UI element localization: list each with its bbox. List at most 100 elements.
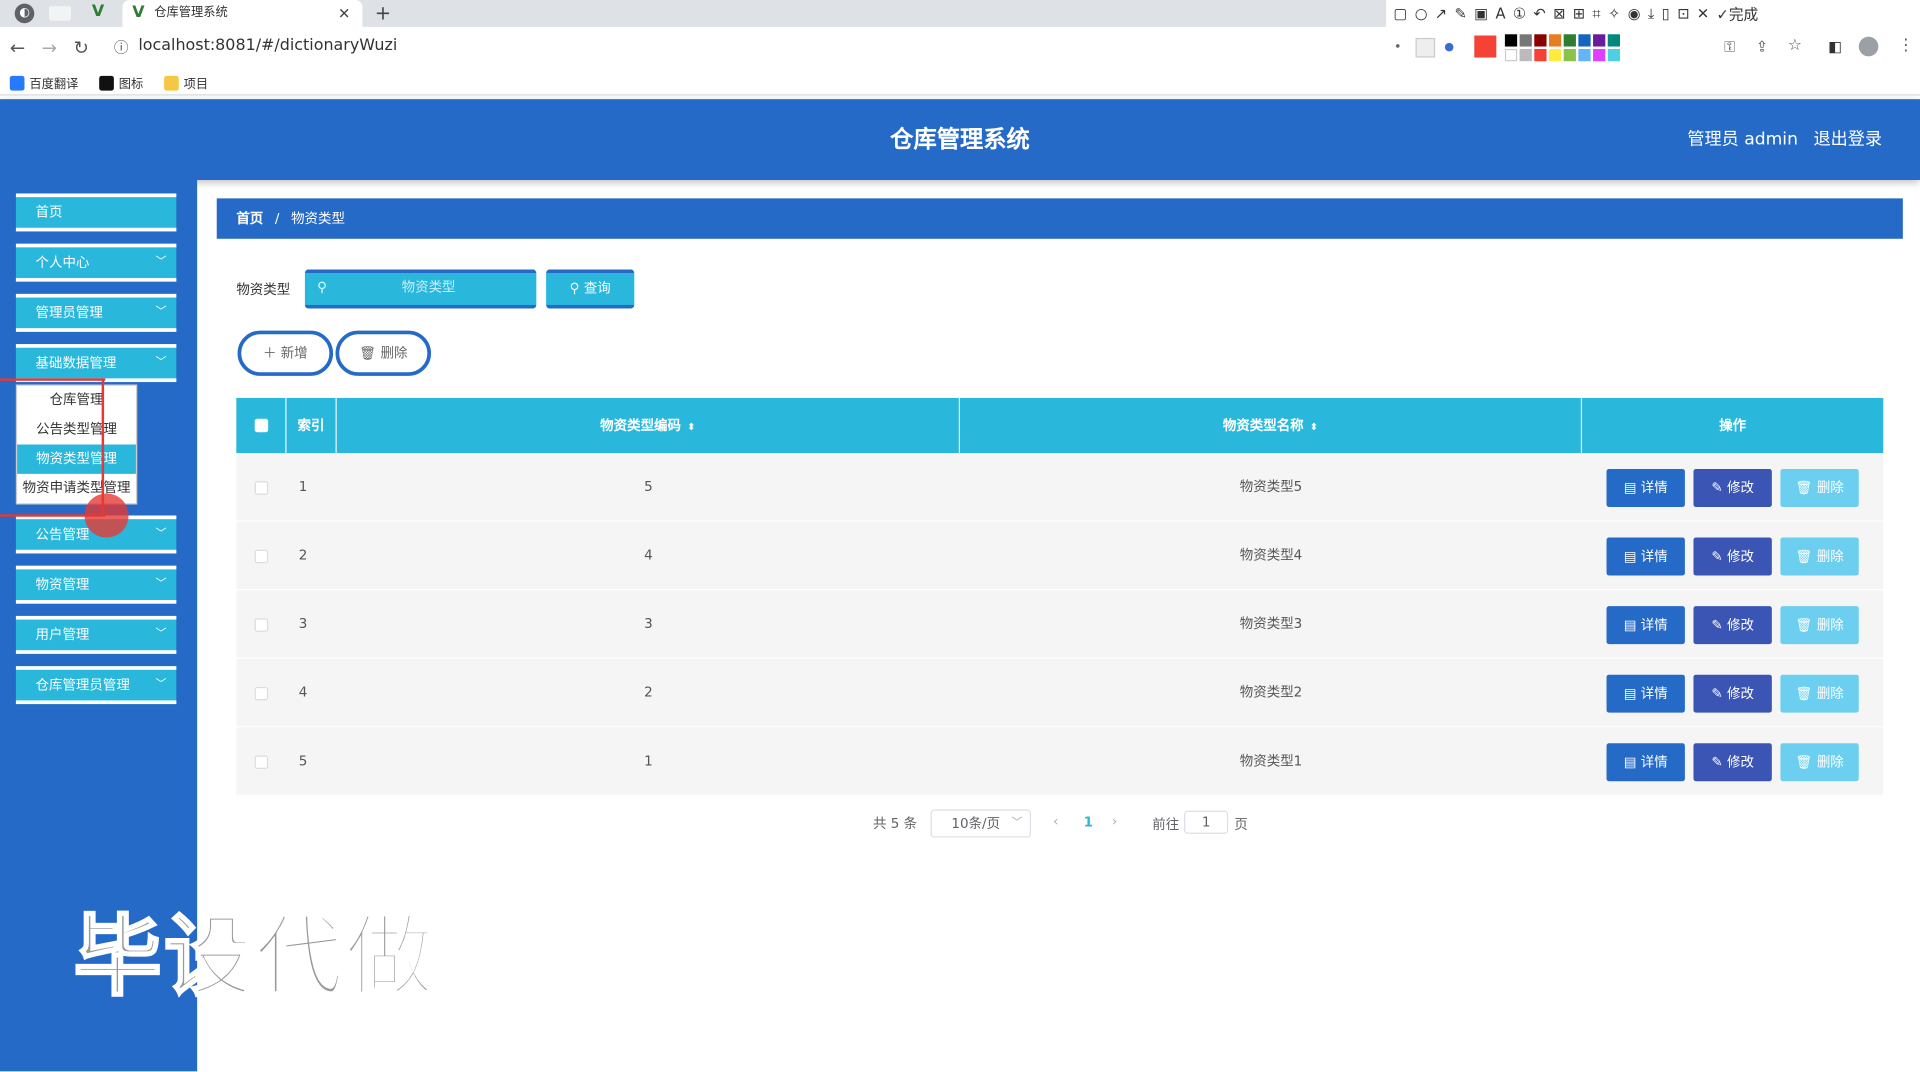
number-tool-icon[interactable]: ①: [1513, 5, 1526, 22]
more-icon[interactable]: ⋮: [1898, 37, 1914, 55]
mosaic-tool-icon[interactable]: ▣: [1474, 5, 1488, 22]
info-icon[interactable]: ⓘ: [114, 37, 129, 58]
color-swatch[interactable]: [1534, 34, 1547, 47]
url-field[interactable]: localhost:8081/#/dictionaryWuzi: [138, 37, 397, 55]
color-swatch[interactable]: [1519, 48, 1532, 62]
tab-close-icon[interactable]: ✕: [338, 0, 350, 27]
delete-button[interactable]: 🗑 删除: [1780, 468, 1859, 507]
page-number-current[interactable]: 1: [1084, 814, 1093, 830]
next-page-icon[interactable]: ›: [1112, 813, 1117, 829]
column-header-name[interactable]: 物资类型名称 ⬍: [960, 397, 1583, 454]
detail-button[interactable]: ▤ 详情: [1606, 743, 1685, 782]
browser-tab-active[interactable]: 仓库管理系统: [122, 0, 363, 27]
delete-button[interactable]: 🗑 删除: [1780, 606, 1859, 645]
size-medium-icon[interactable]: [1415, 37, 1436, 58]
add-button[interactable]: ＋ 新增: [237, 330, 334, 376]
color-swatch[interactable]: [1504, 48, 1518, 62]
bookmark-item[interactable]: 百度翻译: [9, 73, 78, 92]
batch-delete-button[interactable]: 🗑 删除: [335, 330, 432, 376]
sidebar-item-home[interactable]: 首页: [15, 193, 177, 232]
row-checkbox[interactable]: [254, 618, 269, 632]
sort-icon[interactable]: ⬍: [1310, 421, 1318, 432]
scan-icon[interactable]: ⌗: [1592, 4, 1600, 22]
pen-tool-icon[interactable]: ✎: [1455, 5, 1467, 22]
delete-button[interactable]: 🗑 删除: [1780, 674, 1859, 713]
breadcrumb-home[interactable]: 首页: [236, 211, 263, 227]
bookmark-item[interactable]: 图标: [99, 73, 143, 92]
text-tool-icon[interactable]: A: [1495, 5, 1505, 22]
translate-icon[interactable]: ⊞: [1573, 5, 1585, 22]
vue-tab-icon[interactable]: V: [92, 2, 104, 20]
submenu-item-material-type[interactable]: 物资类型管理: [17, 444, 136, 474]
edit-button[interactable]: ✎ 修改: [1693, 468, 1772, 507]
undo-icon[interactable]: ↶: [1533, 5, 1545, 22]
prev-page-icon[interactable]: ‹: [1053, 813, 1058, 829]
color-swatch[interactable]: [1519, 34, 1532, 47]
delete-button[interactable]: 🗑 删除: [1780, 537, 1859, 576]
size-small-icon[interactable]: [1395, 44, 1400, 48]
phone-icon[interactable]: ▯: [1662, 5, 1670, 22]
sidebar-item-keeper[interactable]: 仓库管理员管理 ﹀: [15, 666, 177, 705]
color-swatch[interactable]: [1593, 48, 1606, 62]
close-tool-icon[interactable]: ✕: [1697, 5, 1709, 22]
select-all-checkbox[interactable]: [254, 418, 269, 433]
detail-button[interactable]: ▤ 详情: [1606, 468, 1685, 507]
row-checkbox[interactable]: [254, 481, 269, 495]
color-swatch[interactable]: [1548, 34, 1562, 47]
bookmark-folder[interactable]: 项目: [164, 73, 208, 92]
bookmark-icon[interactable]: ⊡: [1677, 5, 1689, 22]
back-icon[interactable]: ←: [10, 37, 25, 59]
edit-button[interactable]: ✎ 修改: [1693, 743, 1772, 782]
row-checkbox[interactable]: [254, 686, 269, 701]
color-swatch[interactable]: [1578, 48, 1591, 62]
goto-page-input[interactable]: 1: [1184, 810, 1229, 834]
query-button[interactable]: ⚲ 查询: [546, 269, 635, 309]
record-icon[interactable]: ◉: [1628, 5, 1641, 22]
share-icon[interactable]: ⇪: [1756, 38, 1768, 55]
tab-icon[interactable]: [48, 6, 72, 21]
sidebar-item-user[interactable]: 用户管理 ﹀: [15, 615, 177, 654]
search-input[interactable]: [336, 271, 521, 304]
browser-menu-icon[interactable]: ◐: [14, 3, 35, 24]
done-button[interactable]: ✓完成: [1717, 3, 1759, 24]
star-icon[interactable]: ☆: [1788, 37, 1802, 55]
row-checkbox[interactable]: [254, 755, 269, 769]
sidebar-item-admin[interactable]: 管理员管理 ﹀: [15, 293, 177, 332]
arrow-tool-icon[interactable]: ↗: [1435, 5, 1447, 22]
sidebar-item-material[interactable]: 物资管理 ﹀: [15, 565, 177, 604]
sort-icon[interactable]: ⬍: [687, 421, 695, 432]
sidepanel-icon[interactable]: ◧: [1828, 38, 1842, 55]
sidebar-item-basic-data[interactable]: 基础数据管理 ﹀: [15, 344, 177, 383]
new-tab-icon[interactable]: +: [375, 0, 391, 27]
sidebar-item-personal[interactable]: 个人中心 ﹀: [15, 243, 177, 282]
page-size-select[interactable]: 10条/页 ﹀: [930, 809, 1032, 838]
key-icon[interactable]: ⚿: [1724, 38, 1735, 56]
detail-button[interactable]: ▤ 详情: [1606, 537, 1685, 576]
edit-button[interactable]: ✎ 修改: [1693, 537, 1772, 576]
color-swatch[interactable]: [1593, 34, 1606, 47]
edit-button[interactable]: ✎ 修改: [1693, 606, 1772, 645]
magic-icon[interactable]: ✧: [1608, 5, 1620, 22]
color-swatch[interactable]: [1563, 48, 1576, 62]
logout-link[interactable]: 退出登录: [1813, 99, 1882, 180]
download-icon[interactable]: ⤓: [1648, 4, 1655, 22]
submenu-item-notice-type[interactable]: 公告类型管理: [17, 415, 136, 444]
detail-button[interactable]: ▤ 详情: [1606, 606, 1685, 645]
color-swatch[interactable]: [1563, 34, 1576, 47]
submenu-item-warehouse[interactable]: 仓库管理: [17, 386, 136, 415]
pin-icon[interactable]: ⊠: [1553, 5, 1565, 22]
color-swatch[interactable]: [1607, 34, 1621, 47]
color-swatch[interactable]: [1548, 48, 1562, 62]
forward-icon[interactable]: →: [42, 37, 57, 59]
profile-avatar[interactable]: [1858, 36, 1879, 57]
edit-button[interactable]: ✎ 修改: [1693, 674, 1772, 713]
color-swatch[interactable]: [1607, 48, 1621, 62]
circle-tool-icon[interactable]: ○: [1415, 5, 1428, 22]
row-checkbox[interactable]: [254, 549, 269, 564]
current-color-swatch[interactable]: [1474, 35, 1497, 58]
size-large-icon[interactable]: [1444, 42, 1454, 52]
delete-button[interactable]: 🗑 删除: [1780, 743, 1859, 782]
color-swatch[interactable]: [1504, 34, 1518, 47]
column-header-code[interactable]: 物资类型编码 ⬍: [337, 397, 961, 454]
color-swatch[interactable]: [1534, 48, 1547, 62]
